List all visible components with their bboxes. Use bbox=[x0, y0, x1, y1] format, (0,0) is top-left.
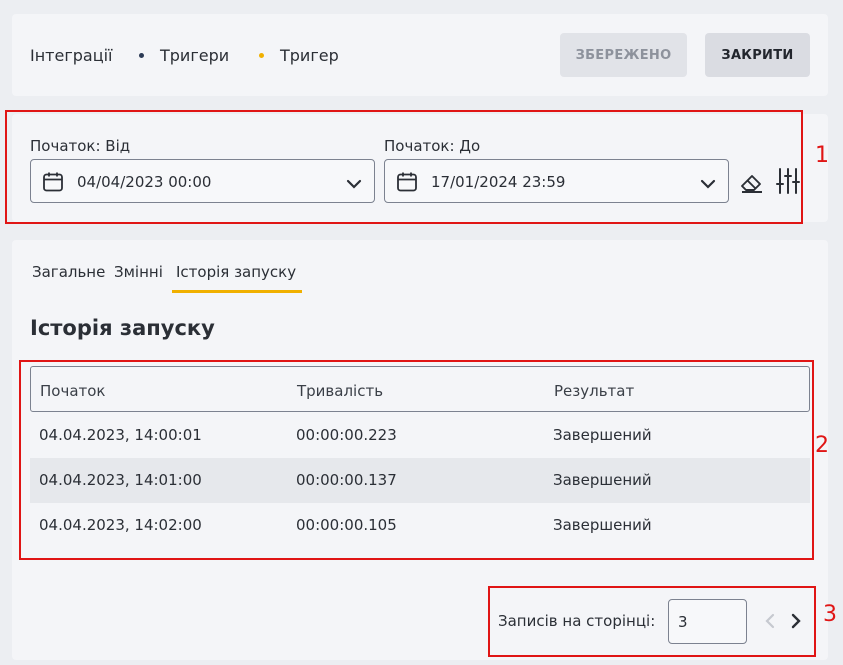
annotation-box-pagination bbox=[488, 586, 816, 657]
section-title: Історія запуску bbox=[30, 316, 215, 340]
saved-button[interactable]: ЗБЕРЕЖЕНО bbox=[560, 33, 687, 77]
annotation-box-filters bbox=[5, 110, 803, 224]
tab-general[interactable]: Загальне bbox=[32, 263, 105, 281]
annotation-number: 1 bbox=[815, 143, 829, 168]
active-tab-indicator bbox=[172, 290, 302, 293]
breadcrumb-integrations[interactable]: Інтеграції bbox=[30, 46, 113, 65]
breadcrumb-trigger: Тригер bbox=[280, 46, 339, 65]
tab-variables[interactable]: Змінні bbox=[114, 263, 163, 281]
breadcrumb-triggers[interactable]: Тригери bbox=[160, 46, 229, 65]
tab-run-history[interactable]: Історія запуску bbox=[176, 263, 296, 281]
annotation-number: 2 bbox=[815, 433, 829, 458]
annotation-box-table bbox=[19, 360, 814, 560]
breadcrumb-separator-dot bbox=[139, 53, 144, 58]
annotation-number: 3 bbox=[823, 602, 837, 627]
breadcrumb-separator-dot bbox=[259, 53, 264, 58]
close-button[interactable]: ЗАКРИТИ bbox=[705, 33, 810, 77]
